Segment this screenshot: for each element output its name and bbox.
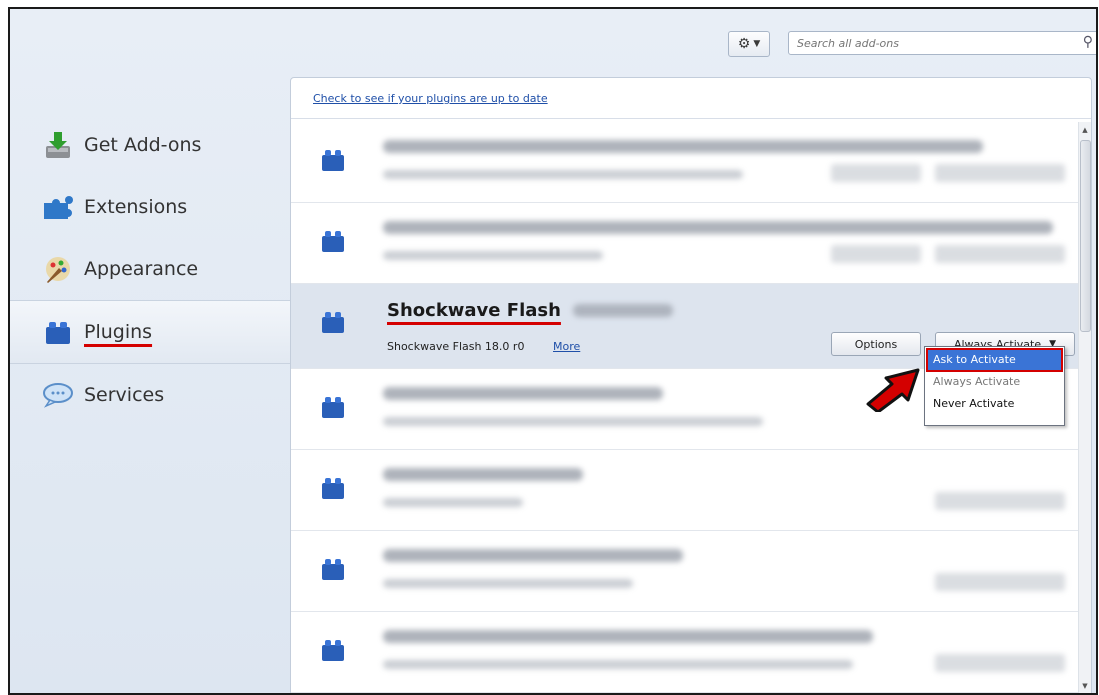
blurred-plugin-title <box>383 221 1053 234</box>
sidebar-item-label: Services <box>84 384 165 406</box>
check-updates-link[interactable]: Check to see if your plugins are up to d… <box>313 92 548 105</box>
blurred-activate-button <box>935 654 1065 672</box>
plugin-name: Shockwave Flash <box>387 300 561 321</box>
category-sidebar: Get Add-ons Extensions Appearance Plugin… <box>10 114 290 426</box>
blurred-plugin-title <box>383 468 583 481</box>
search-icon[interactable]: ⚲ <box>1083 34 1093 50</box>
menu-item-never-activate[interactable]: Never Activate <box>927 393 1062 415</box>
lego-icon <box>321 310 345 338</box>
plugin-row[interactable] <box>291 122 1081 203</box>
blurred-activate-button <box>935 492 1065 510</box>
options-button-label: Options <box>854 337 898 351</box>
blurred-options-button <box>831 245 921 263</box>
menu-item-always-activate[interactable]: Always Activate <box>927 371 1062 393</box>
sidebar-item-label: Get Add-ons <box>84 134 202 156</box>
options-button[interactable]: Options <box>831 332 921 356</box>
blurred-plugin-description <box>383 579 633 588</box>
menu-item-ask-to-activate[interactable]: Ask to Activate <box>926 348 1063 372</box>
get-addons-icon <box>42 129 74 161</box>
vertical-scrollbar[interactable]: ▲ ▼ <box>1078 122 1091 693</box>
blurred-plugin-title <box>383 140 983 153</box>
sidebar-item-get-addons[interactable]: Get Add-ons <box>10 114 290 176</box>
blurred-activate-button <box>935 164 1065 182</box>
lego-icon <box>321 638 345 666</box>
blurred-plugin-description <box>383 498 523 507</box>
scrollbar-thumb[interactable] <box>1080 140 1091 332</box>
sidebar-item-label: Extensions <box>84 196 188 218</box>
lego-icon <box>321 395 345 423</box>
lego-icon <box>321 229 345 257</box>
sidebar-item-services[interactable]: Services <box>10 364 290 426</box>
blurred-plugin-description <box>383 170 743 179</box>
blurred-activate-button <box>935 245 1065 263</box>
chevron-down-icon: ▼ <box>753 39 761 49</box>
chat-bubble-icon <box>42 379 74 411</box>
plugin-row[interactable] <box>291 450 1081 531</box>
plugin-row[interactable] <box>291 612 1081 693</box>
blurred-plugin-description <box>383 251 603 260</box>
plugin-row[interactable] <box>291 531 1081 612</box>
blurred-activate-button <box>935 573 1065 591</box>
sidebar-item-label: Appearance <box>84 258 199 280</box>
plugin-row[interactable] <box>291 203 1081 284</box>
blurred-plugin-title <box>383 549 683 562</box>
blurred-options-button <box>831 164 921 182</box>
scroll-up-icon[interactable]: ▲ <box>1079 124 1091 136</box>
lego-icon <box>42 316 74 348</box>
blurred-plugin-description <box>383 660 853 669</box>
blurred-plugin-title <box>383 630 873 643</box>
sidebar-item-label: Plugins <box>84 321 153 343</box>
search-field[interactable]: ⚲ <box>788 31 1096 55</box>
tools-menu-button[interactable]: ⚙ ▼ <box>728 31 770 57</box>
lego-icon <box>321 557 345 585</box>
sidebar-item-extensions[interactable]: Extensions <box>10 176 290 238</box>
lego-icon <box>321 476 345 504</box>
red-arrow-annotation-icon <box>866 368 920 412</box>
search-input[interactable] <box>789 32 1075 55</box>
blurred-plugin-description <box>383 417 763 426</box>
puzzle-icon <box>42 191 74 223</box>
activation-dropdown-menu: Ask to Activate Always Activate Never Ac… <box>924 346 1065 426</box>
brush-icon <box>42 253 74 285</box>
gear-icon: ⚙ <box>737 36 751 52</box>
plugin-description: Shockwave Flash 18.0 r0 <box>387 340 525 353</box>
blurred-plugin-title <box>383 387 663 400</box>
more-link[interactable]: More <box>553 340 580 353</box>
sidebar-item-plugins[interactable]: Plugins <box>10 300 290 364</box>
lego-icon <box>321 148 345 176</box>
sidebar-item-appearance[interactable]: Appearance <box>10 238 290 300</box>
divider <box>291 118 1091 119</box>
scroll-down-icon[interactable]: ▼ <box>1079 680 1091 692</box>
blurred-plugin-version <box>573 304 673 317</box>
